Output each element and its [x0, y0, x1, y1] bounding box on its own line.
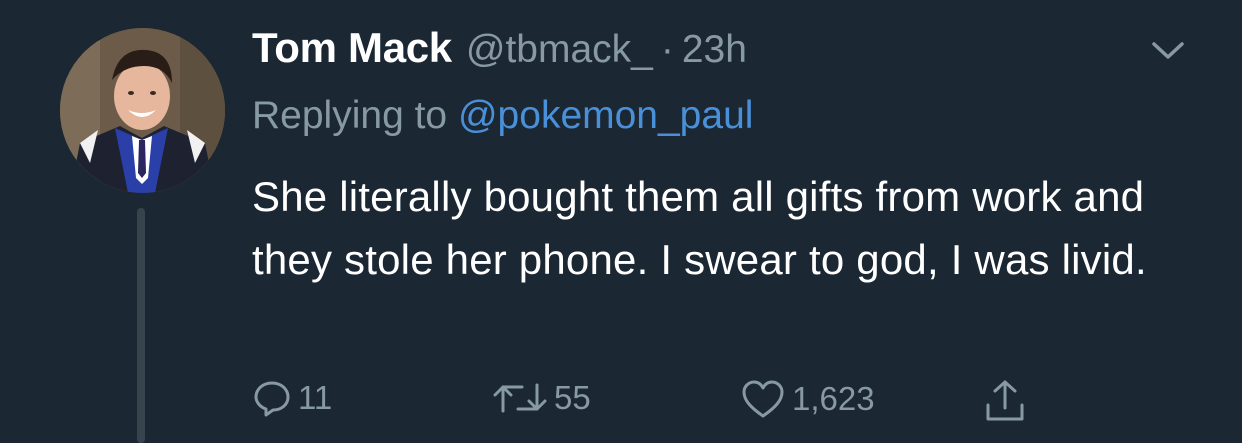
- author-name[interactable]: Tom Mack: [252, 24, 452, 72]
- like-button[interactable]: 1,623: [740, 378, 875, 420]
- reply-button[interactable]: 11: [252, 378, 332, 418]
- author-handle[interactable]: @tbmack_: [466, 28, 653, 72]
- speech-bubble-icon: [254, 381, 290, 417]
- avatar-photo: [60, 28, 225, 193]
- like-count: 1,623: [792, 380, 875, 417]
- share-button[interactable]: [982, 378, 1028, 424]
- tweet-actions: 11 55 1,623: [252, 378, 1212, 426]
- retweet-count: 55: [554, 379, 591, 416]
- separator-dot: ·: [660, 28, 674, 71]
- retweet-arrows-icon: [493, 383, 547, 413]
- heart-icon: [742, 380, 784, 418]
- chevron-down-icon[interactable]: [1148, 36, 1188, 64]
- share-upload-icon: [986, 380, 1024, 421]
- retweet-button[interactable]: 55: [492, 378, 591, 418]
- avatar[interactable]: [60, 28, 225, 193]
- tweet-card[interactable]: Tom Mack @tbmack_ · 23h Replying to @pok…: [0, 0, 1242, 443]
- replying-to-mention[interactable]: @pokemon_paul: [458, 94, 753, 137]
- tweet-timestamp[interactable]: 23h: [682, 28, 747, 72]
- replying-to-label: Replying to: [252, 94, 448, 137]
- tweet-header: Tom Mack @tbmack_ · 23h: [252, 24, 747, 80]
- tweet-text: She literally bought them all gifts from…: [252, 173, 1147, 283]
- reply-count: 11: [298, 379, 333, 416]
- replying-to-line: Replying to @pokemon_paul: [252, 94, 753, 138]
- thread-line: [137, 208, 145, 443]
